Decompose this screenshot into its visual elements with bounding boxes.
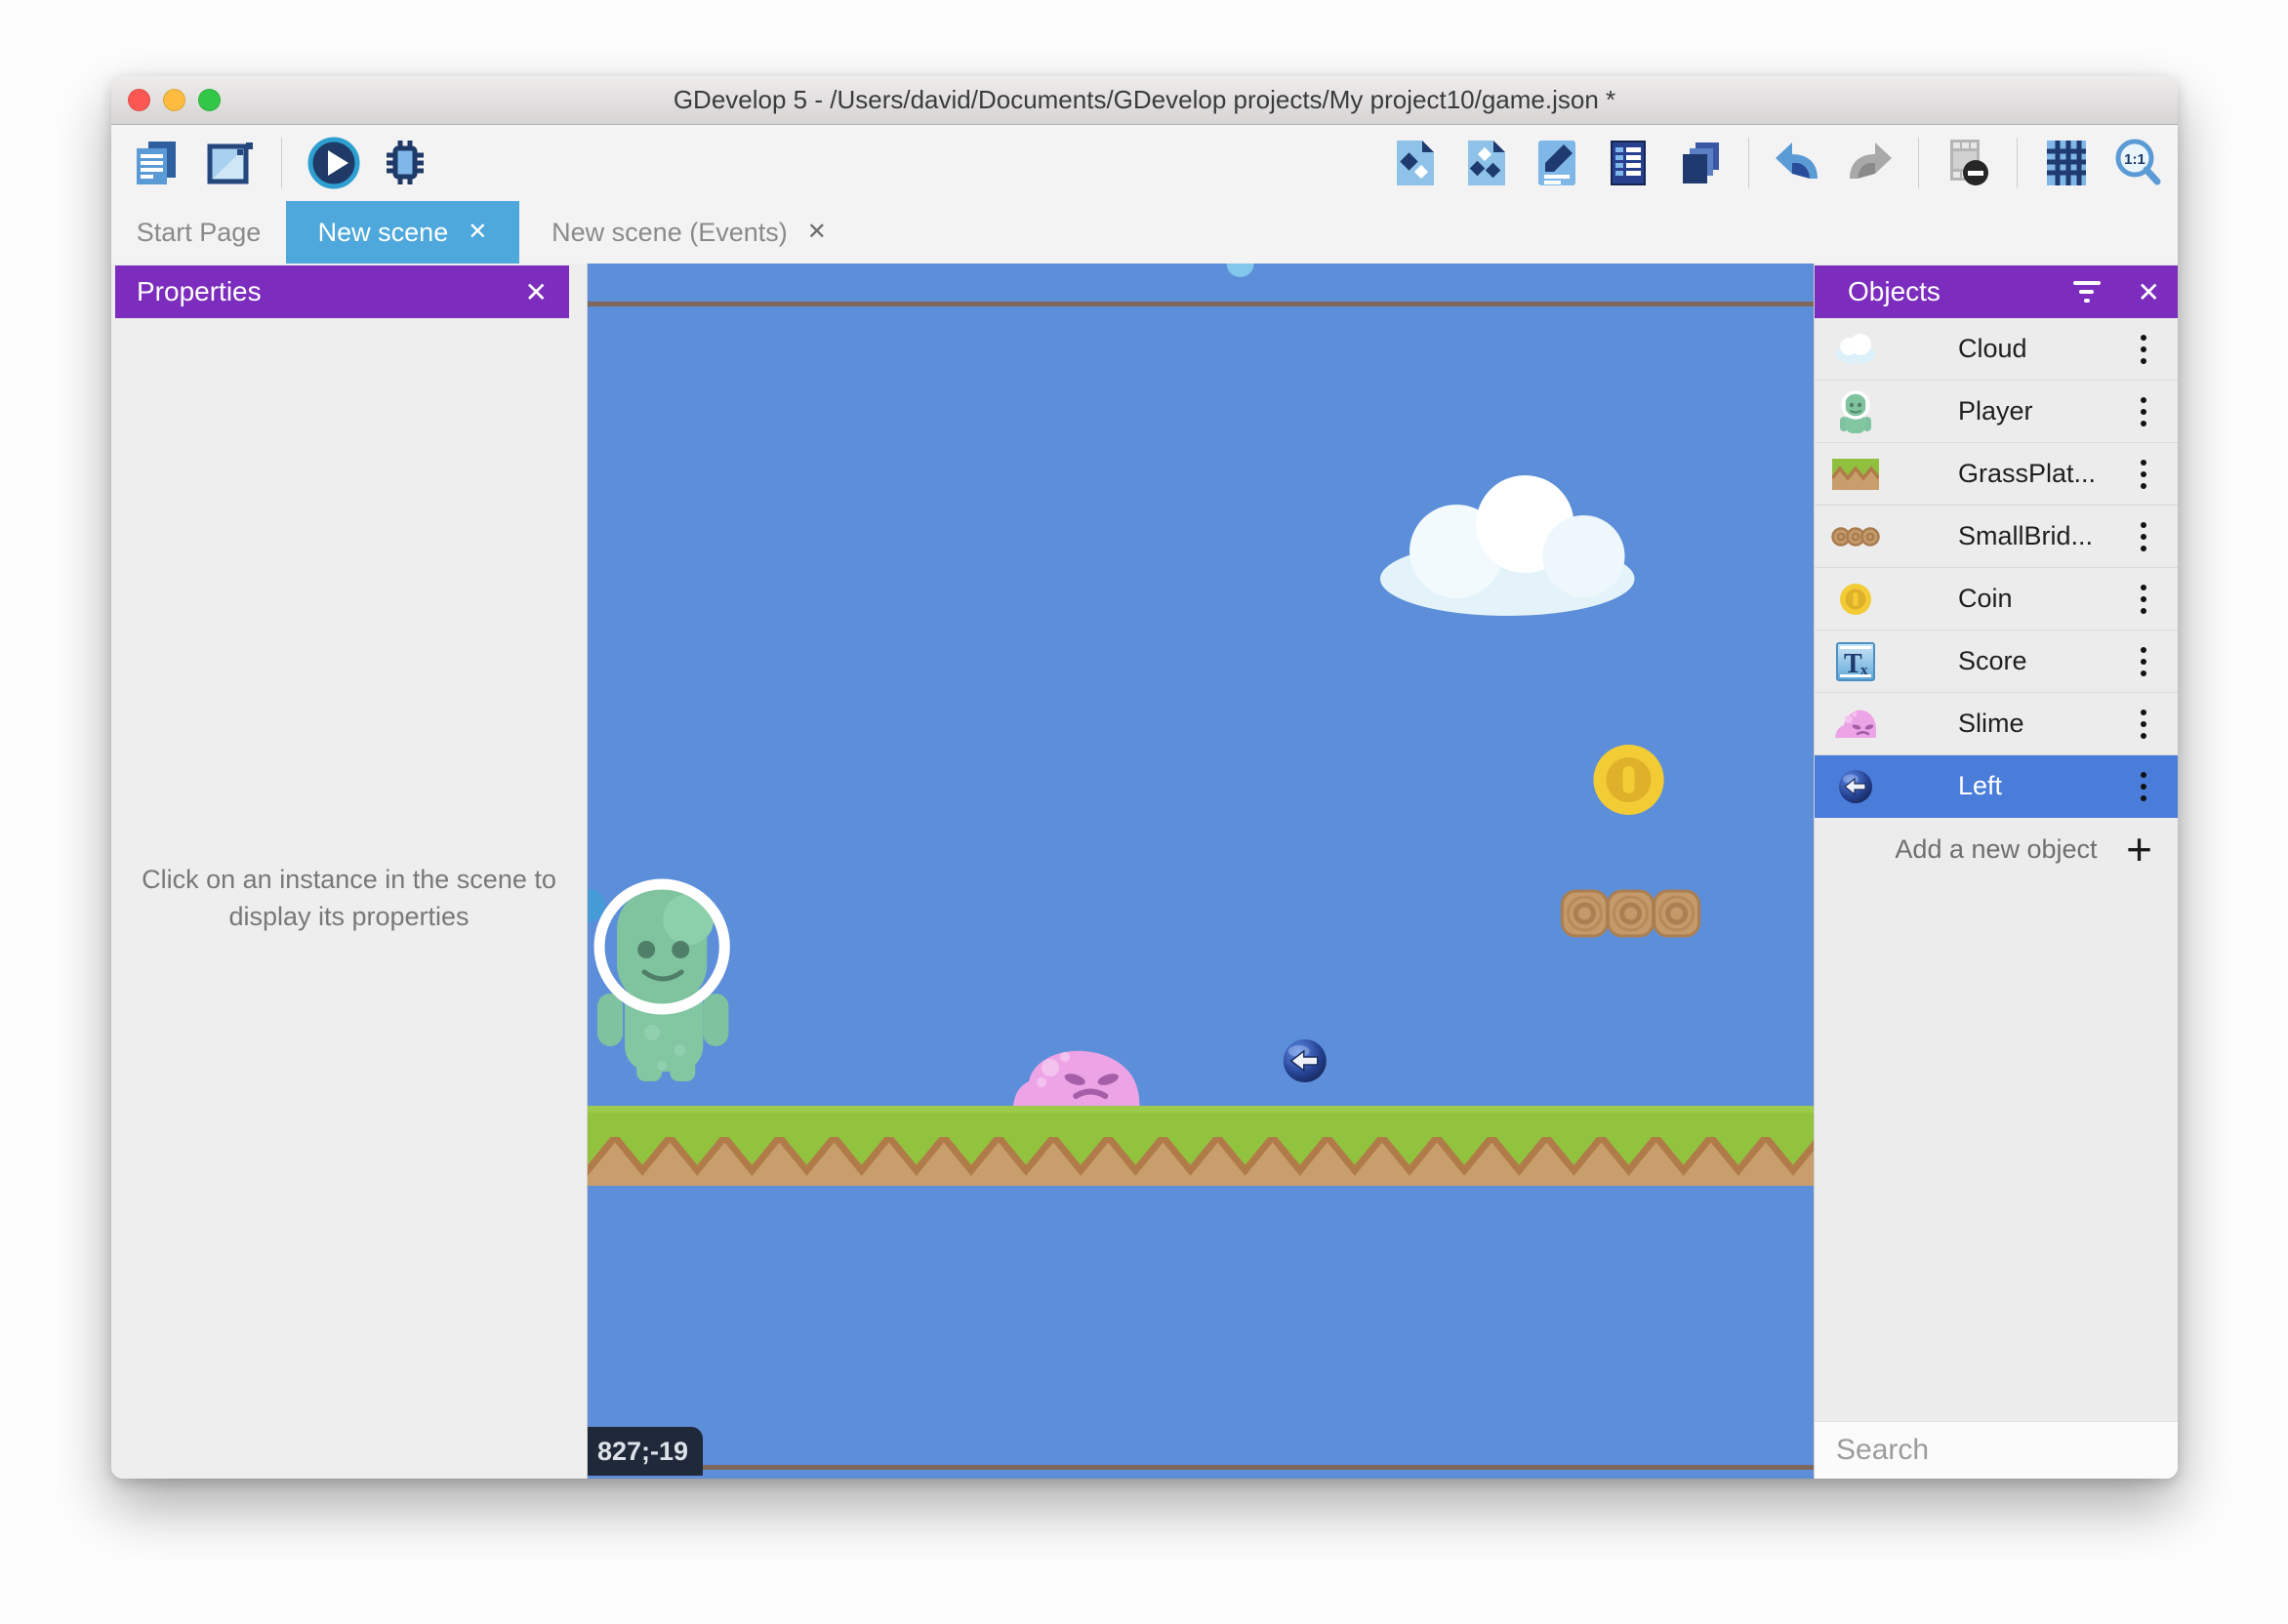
start-page-icon[interactable] bbox=[201, 135, 258, 191]
properties-panel-title: Properties bbox=[137, 276, 262, 307]
objects-panel: Objects ✕ Cloud bbox=[1814, 264, 2178, 1479]
add-new-object-button[interactable]: Add a new object + bbox=[1815, 822, 2178, 876]
scene-properties-icon[interactable] bbox=[1600, 135, 1656, 191]
small-bridge-instance[interactable] bbox=[1562, 891, 1698, 936]
object-label: Slime bbox=[1958, 709, 2024, 739]
object-row-coin[interactable]: Coin bbox=[1815, 568, 2178, 630]
objects-search-box bbox=[1815, 1421, 2178, 1479]
more-options-icon[interactable] bbox=[2135, 641, 2152, 682]
grass-platform-instance[interactable] bbox=[588, 1106, 1814, 1186]
more-options-icon[interactable] bbox=[2135, 329, 2152, 370]
close-window-button[interactable] bbox=[128, 89, 150, 111]
properties-hint-text: Click on an instance in the scene to dis… bbox=[130, 862, 569, 936]
tab-label: New scene (Events) bbox=[552, 218, 788, 248]
player-icon bbox=[1830, 386, 1881, 437]
editor-tabs: Start Page New scene ✕ New scene (Events… bbox=[111, 201, 2178, 264]
zoom-one-to-one-icon[interactable]: 1:1 bbox=[2109, 135, 2166, 191]
more-options-icon[interactable] bbox=[2135, 391, 2152, 432]
close-panel-icon[interactable]: ✕ bbox=[2138, 276, 2160, 308]
layers-icon[interactable] bbox=[1671, 135, 1728, 191]
tab-label: New scene bbox=[318, 218, 449, 248]
score-text-icon: T x bbox=[1830, 636, 1881, 687]
scene-border-top bbox=[588, 302, 1814, 306]
cursor-coordinates-badge: 827;-19 bbox=[588, 1427, 703, 1476]
object-label: Cloud bbox=[1958, 334, 2027, 364]
preview-play-icon[interactable] bbox=[306, 135, 362, 191]
scene-border-bottom bbox=[588, 1465, 1814, 1470]
grass-platform-icon bbox=[1830, 449, 1881, 500]
more-options-icon[interactable] bbox=[2135, 516, 2152, 557]
traffic-lights bbox=[128, 89, 221, 111]
object-label: GrassPlat... bbox=[1958, 459, 2096, 489]
zoom-window-button[interactable] bbox=[198, 89, 221, 111]
left-instance[interactable] bbox=[1284, 1039, 1327, 1082]
object-label: Score bbox=[1958, 646, 2027, 676]
scene-canvas[interactable]: 827;-19 bbox=[588, 264, 1814, 1479]
close-tab-icon[interactable]: ✕ bbox=[468, 221, 487, 244]
minimize-window-button[interactable] bbox=[163, 89, 185, 111]
properties-panel-header: Properties ✕ bbox=[115, 265, 569, 318]
tab-new-scene-events[interactable]: New scene (Events) ✕ bbox=[519, 201, 859, 264]
object-label: Left bbox=[1958, 771, 2002, 801]
toggle-grid-icon[interactable] bbox=[2038, 135, 2095, 191]
objects-search-input[interactable] bbox=[1836, 1434, 2178, 1467]
main-toolbar: 1:1 bbox=[111, 125, 2178, 201]
tab-new-scene[interactable]: New scene ✕ bbox=[286, 201, 519, 264]
tab-label: Start Page bbox=[137, 218, 262, 248]
cloud-icon bbox=[1830, 324, 1881, 375]
object-label: Player bbox=[1958, 396, 2033, 426]
close-panel-icon[interactable]: ✕ bbox=[525, 276, 548, 308]
object-row-grassplatform[interactable]: GrassPlat... bbox=[1815, 443, 2178, 506]
object-label: SmallBrid... bbox=[1958, 521, 2093, 551]
more-options-icon[interactable] bbox=[2135, 766, 2152, 807]
undo-icon[interactable] bbox=[1770, 135, 1826, 191]
slime-icon bbox=[1830, 699, 1881, 750]
edit-scene-icon[interactable] bbox=[1529, 135, 1585, 191]
add-new-object-label: Add a new object bbox=[1895, 834, 2097, 865]
objects-panel-header: Objects ✕ bbox=[1815, 265, 2178, 318]
close-tab-icon[interactable]: ✕ bbox=[807, 221, 827, 244]
objects-groups-icon[interactable] bbox=[1457, 135, 1514, 191]
scene-sky bbox=[588, 264, 1814, 1479]
debug-icon[interactable] bbox=[380, 135, 436, 191]
coin-icon bbox=[1830, 574, 1881, 625]
objects-panel-title: Objects bbox=[1848, 276, 1941, 307]
more-options-icon[interactable] bbox=[2135, 704, 2152, 745]
left-arrow-sphere-icon bbox=[1830, 761, 1881, 812]
toggle-mask-icon[interactable] bbox=[1940, 135, 1996, 191]
project-manager-icon[interactable] bbox=[127, 135, 184, 191]
filter-icon[interactable] bbox=[2073, 281, 2101, 303]
title-bar[interactable]: GDevelop 5 - /Users/david/Documents/GDev… bbox=[111, 76, 2178, 125]
object-row-slime[interactable]: Slime bbox=[1815, 693, 2178, 755]
object-label: Coin bbox=[1958, 584, 2013, 614]
plus-icon: + bbox=[2126, 827, 2152, 872]
window-title: GDevelop 5 - /Users/david/Documents/GDev… bbox=[674, 85, 1615, 115]
more-options-icon[interactable] bbox=[2135, 579, 2152, 620]
add-object-icon[interactable] bbox=[1386, 135, 1443, 191]
gdevelop-window: GDevelop 5 - /Users/david/Documents/GDev… bbox=[111, 76, 2178, 1479]
object-row-cloud[interactable]: Cloud bbox=[1815, 318, 2178, 381]
zoom-ratio-label: 1:1 bbox=[2124, 151, 2145, 168]
object-row-smallbridge[interactable]: SmallBrid... bbox=[1815, 506, 2178, 568]
tab-start-page[interactable]: Start Page bbox=[111, 201, 286, 264]
score-glyph-x: x bbox=[1860, 663, 1868, 678]
coin-instance[interactable] bbox=[1593, 745, 1663, 815]
more-options-icon[interactable] bbox=[2135, 454, 2152, 495]
object-row-score[interactable]: T x Score bbox=[1815, 630, 2178, 693]
object-row-left[interactable]: Left bbox=[1815, 755, 2178, 818]
small-bridge-icon bbox=[1830, 511, 1881, 562]
properties-panel: Properties ✕ Click on an instance in the… bbox=[111, 264, 588, 1479]
redo-icon[interactable] bbox=[1841, 135, 1898, 191]
object-row-player[interactable]: Player bbox=[1815, 381, 2178, 443]
